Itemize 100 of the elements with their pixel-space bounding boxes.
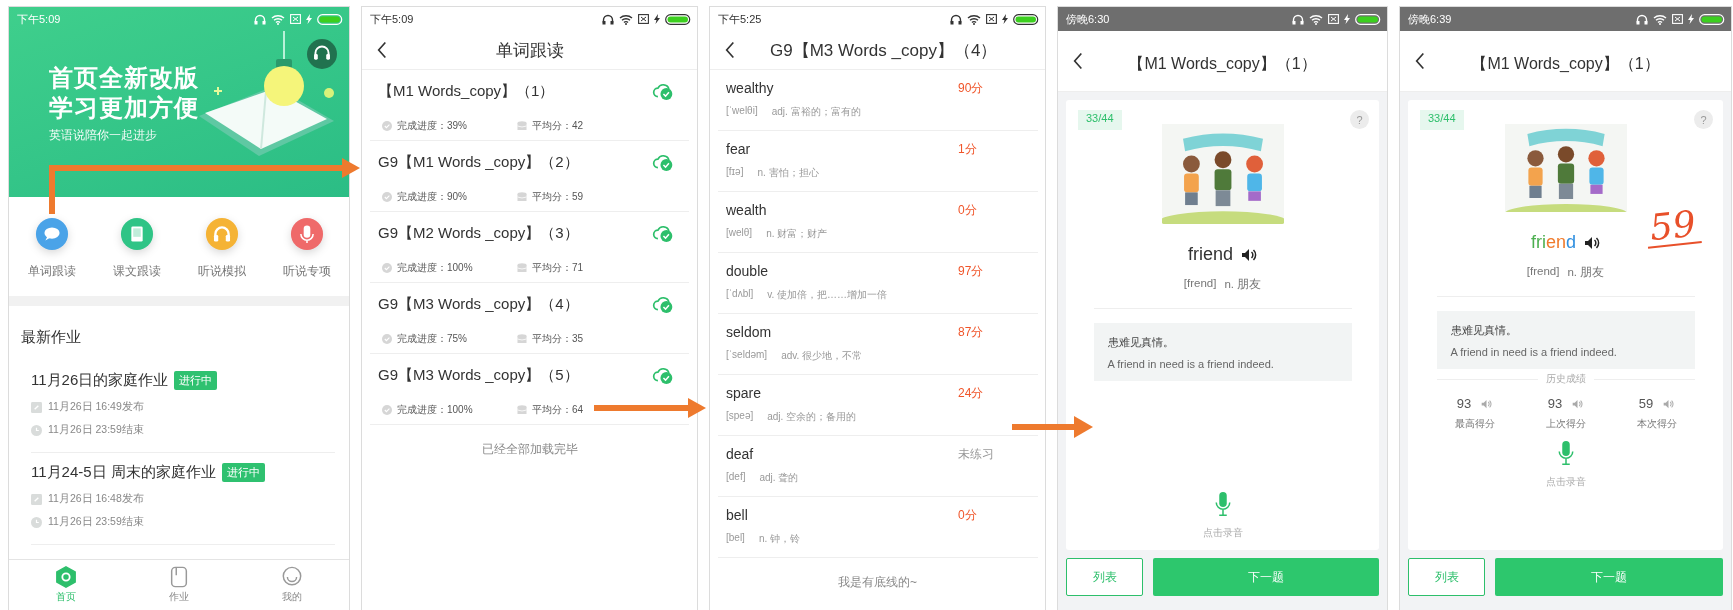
example-english: A friend in need is a friend indeed. <box>1107 358 1275 370</box>
bolt-icon <box>1344 14 1350 24</box>
bolt-icon <box>1002 14 1008 24</box>
back-icon[interactable] <box>1073 51 1083 71</box>
unit-title[interactable]: G9【M2 Words _copy】（3） <box>378 224 579 243</box>
back-icon[interactable] <box>725 40 735 60</box>
meaning-text: n. 财富；财产 <box>766 227 828 241</box>
banner-title: 学习更加方便 <box>49 93 199 123</box>
clock-icon <box>31 424 42 436</box>
average-score: 平均分：35 <box>532 332 585 346</box>
nav-tab[interactable]: 作业 <box>139 560 219 610</box>
word-text[interactable]: deaf <box>726 446 754 463</box>
unit-title[interactable]: 【M1 Words_copy】（1） <box>378 82 555 101</box>
shortcut-label[interactable]: 单词跟读 <box>27 263 76 280</box>
record-hint: 点击录音 <box>1202 526 1243 540</box>
word-text[interactable]: fear <box>726 141 751 158</box>
progress-text: 完成进度：100% <box>397 403 474 417</box>
check-circle-icon <box>382 263 392 273</box>
list-end-text: 已经全部加载完毕 <box>480 441 579 458</box>
phonetic-text: [bel] <box>726 532 745 545</box>
handwritten-score: 59 <box>1644 205 1702 249</box>
me-icon[interactable] <box>281 566 304 588</box>
shortcut-label[interactable]: 听说模拟 <box>197 263 246 280</box>
status-time: 下午5:25 <box>718 11 762 27</box>
status-time: 下午5:09 <box>17 11 61 27</box>
average-score: 平均分：59 <box>532 190 585 204</box>
phonetic-text: [ˈdʌbl] <box>726 288 754 301</box>
bolt-icon <box>306 14 312 24</box>
word-text[interactable]: double <box>726 263 769 280</box>
sim-icon <box>1328 14 1339 24</box>
cloud-check-icon[interactable] <box>652 295 674 314</box>
average-score: 平均分：64 <box>532 403 585 417</box>
progress-text: 完成进度：39% <box>397 119 468 133</box>
meaning-text: n. 朋友 <box>1224 277 1262 292</box>
published-time: 11月26日 16:48发布 <box>48 492 144 506</box>
progress-text: 完成进度：90% <box>397 190 468 204</box>
back-icon[interactable] <box>377 40 387 60</box>
headphones-icon <box>950 13 962 25</box>
cloud-check-icon[interactable] <box>652 224 674 243</box>
database-icon <box>517 192 527 202</box>
meaning-text: n. 朋友 <box>1567 265 1605 280</box>
headphones-icon <box>254 13 266 25</box>
word-text[interactable]: seldom <box>726 324 772 341</box>
phonetic-text: [def] <box>726 471 746 484</box>
word-text[interactable]: bell <box>726 507 748 524</box>
screen-title: G9【M3 Words _copy】（4） <box>770 39 998 62</box>
sim-icon <box>290 14 301 24</box>
unit-title[interactable]: G9【M3 Words _copy】（4） <box>378 295 579 314</box>
history-label: 历史成绩 <box>1545 373 1586 386</box>
shortcut-label[interactable]: 听说专项 <box>282 263 331 280</box>
cloud-check-icon[interactable] <box>652 153 674 172</box>
meaning-text: adj. 空余的；备用的 <box>767 410 857 424</box>
word-text[interactable]: wealthy <box>726 80 774 97</box>
headset-icon[interactable] <box>307 39 337 69</box>
example-chinese: 患难见真情。 <box>1450 323 1518 338</box>
example-english: A friend in need is a friend indeed. <box>1450 346 1618 358</box>
headphones-icon[interactable] <box>204 217 239 251</box>
chat-icon[interactable] <box>34 217 69 251</box>
shortcut-label[interactable]: 课文跟读 <box>112 263 161 280</box>
status-time: 下午5:09 <box>370 11 414 27</box>
history-score: 59 <box>1638 396 1654 411</box>
history-score: 93 <box>1547 396 1563 411</box>
microphone-icon[interactable] <box>1556 439 1575 467</box>
word-score: 0分 <box>958 507 978 524</box>
meaning-text: n. 钟，铃 <box>758 532 801 546</box>
unit-title[interactable]: G9【M1 Words _copy】（2） <box>378 153 579 172</box>
unit-title[interactable]: G9【M3 Words _copy】（5） <box>378 366 579 385</box>
word-score: 1分 <box>958 141 978 158</box>
battery-icon <box>1013 13 1039 25</box>
nav-tab[interactable]: 我的 <box>252 560 333 610</box>
book-icon[interactable] <box>119 217 154 251</box>
sim-icon <box>986 14 997 24</box>
due-time: 11月26日 23:59结束 <box>48 515 144 529</box>
homework-icon[interactable] <box>168 566 190 588</box>
word-text[interactable]: wealth <box>726 202 767 219</box>
home-icon[interactable] <box>54 566 77 588</box>
clock-icon <box>31 516 42 528</box>
word-score: 未练习 <box>958 446 995 463</box>
due-time: 11月26日 23:59结束 <box>48 423 144 437</box>
back-icon[interactable] <box>1415 51 1425 71</box>
check-circle-icon <box>382 121 392 131</box>
word-text[interactable]: spare <box>726 385 762 402</box>
battery-icon <box>1699 13 1725 25</box>
published-time: 11月26日 16:49发布 <box>48 400 144 414</box>
word-score: 90分 <box>958 80 985 97</box>
bolt-icon <box>654 14 660 24</box>
cloud-check-icon[interactable] <box>652 82 674 101</box>
assignment-title[interactable]: 11月24-5日 周末的家庭作业 <box>31 463 216 482</box>
speaker-icon[interactable] <box>1241 247 1257 262</box>
example-chinese: 患难见真情。 <box>1107 335 1175 350</box>
banner-subtitle: 英语说陪你一起进步 <box>49 127 158 144</box>
wifi-icon <box>967 13 981 25</box>
assignment-title[interactable]: 11月26日的家庭作业 <box>31 371 169 390</box>
speaker-icon[interactable] <box>1584 235 1600 250</box>
average-score: 平均分：42 <box>532 119 585 133</box>
cloud-check-icon[interactable] <box>652 366 674 385</box>
screen-title: 单词跟读 <box>495 39 564 62</box>
microphone-icon[interactable] <box>1213 490 1232 518</box>
mic-icon[interactable] <box>289 217 324 251</box>
check-circle-icon <box>382 192 392 202</box>
